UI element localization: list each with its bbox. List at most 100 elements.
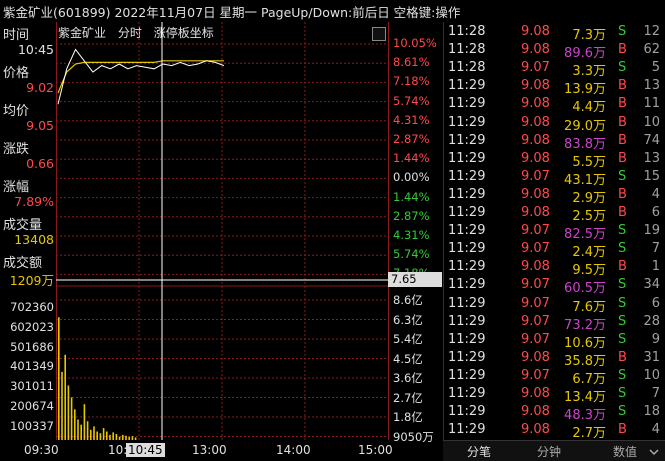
tick-row[interactable]: 11:29 9.08 13.4万 S 7 xyxy=(444,385,665,405)
tick-row[interactable]: 11:28 9.08 89.6万 B 62 xyxy=(444,41,665,61)
left-volume-axis-label: 100337 xyxy=(10,418,54,433)
tick-row[interactable]: 11:29 9.07 7.6万 S 6 xyxy=(444,295,665,315)
title-bar: 紫金矿业(601899) 2022年11月07日 星期一 PageUp/Down… xyxy=(0,0,460,22)
tick-row[interactable]: 11:29 9.08 4.4万 B 11 xyxy=(444,95,665,115)
tick-count: 9 xyxy=(651,331,660,347)
tick-count: 62 xyxy=(643,42,660,58)
price-axis-label: 5.74% xyxy=(393,247,430,262)
tick-count: 4 xyxy=(651,186,660,202)
tick-side: S xyxy=(618,367,627,383)
tick-row[interactable]: 11:29 9.07 82.5万 S 19 xyxy=(444,222,665,242)
tick-price: 9.07 xyxy=(521,313,550,329)
tick-time: 11:29 xyxy=(448,168,486,184)
tick-time: 11:29 xyxy=(448,223,486,239)
tick-time: 11:29 xyxy=(448,241,486,257)
tick-row[interactable]: 11:29 9.08 2.9万 B 4 xyxy=(444,186,665,206)
volume-bar xyxy=(80,424,82,440)
tick-row[interactable]: 11:29 9.07 43.1万 S 15 xyxy=(444,168,665,188)
tick-row[interactable]: 11:29 9.08 29.0万 B 10 xyxy=(444,114,665,134)
tick-count: 74 xyxy=(643,132,660,148)
tick-price: 9.08 xyxy=(521,42,550,58)
price-axis-label: 4.31% xyxy=(393,228,430,242)
tick-row[interactable]: 11:29 9.08 35.8万 B 31 xyxy=(444,349,665,369)
volume-bar xyxy=(74,409,76,440)
tick-row[interactable]: 11:29 9.07 73.2万 S 28 xyxy=(444,313,665,333)
amount-value: 1209万 xyxy=(9,273,54,288)
tick-count: 10 xyxy=(643,367,660,383)
tick-price: 9.08 xyxy=(521,96,550,112)
price-axis-label: 2.87% xyxy=(393,132,430,146)
tick-side: B xyxy=(618,349,627,365)
chevron-down-icon[interactable] xyxy=(649,447,659,457)
volume-label: 成交量 xyxy=(3,218,43,233)
tick-row[interactable]: 11:29 9.08 83.8万 B 74 xyxy=(444,132,665,152)
tick-price: 9.08 xyxy=(521,259,550,275)
tick-price: 9.07 xyxy=(521,241,550,257)
price-axis-label: 8.61% xyxy=(393,55,430,70)
tick-side: S xyxy=(618,168,627,184)
tick-side: B xyxy=(618,96,627,112)
volume-axis-label: 4.5亿 xyxy=(393,351,423,366)
time-tick-10: 10: xyxy=(108,443,128,457)
tick-side: B xyxy=(618,259,627,275)
tick-time: 11:29 xyxy=(448,114,486,130)
tick-side: S xyxy=(618,331,627,347)
trade-ticks-panel[interactable]: 11:28 9.08 7.3万 S 12 11:28 9.08 89.6万 B 62 11:28 9.… xyxy=(443,22,665,441)
tick-row[interactable]: 11:29 9.08 48.3万 S 18 xyxy=(444,403,665,423)
tick-row[interactable]: 11:29 9.07 2.4万 S 7 xyxy=(444,240,665,260)
tab-minutes[interactable]: 分钟 xyxy=(537,443,561,460)
tick-side: B xyxy=(618,205,627,220)
tick-price: 9.08 xyxy=(521,150,550,166)
volume-axis-label: 5.4亿 xyxy=(393,332,423,346)
tick-count: 6 xyxy=(651,205,660,220)
tick-time: 11:29 xyxy=(448,186,486,202)
tab-ticks[interactable]: 分笔 xyxy=(467,443,491,460)
tick-count: 13 xyxy=(643,78,660,94)
volume-bar xyxy=(61,371,63,440)
price-line xyxy=(57,48,225,105)
tick-row[interactable]: 11:29 9.08 5.5万 B 13 xyxy=(444,150,665,170)
tick-count: 28 xyxy=(643,313,660,329)
intraday-chart[interactable] xyxy=(56,22,388,440)
tick-row[interactable]: 11:29 9.08 13.9万 B 13 xyxy=(444,77,665,97)
volume-axis-label: 1.8亿 xyxy=(393,410,423,424)
left-volume-axis-label: 501686 xyxy=(10,339,54,354)
tick-side: S xyxy=(618,277,627,293)
tick-side: S xyxy=(618,404,627,420)
avg-price-value: 9.05 xyxy=(26,118,54,133)
price-label: 价格 xyxy=(3,66,30,81)
tick-row[interactable]: 11:29 9.07 60.5万 S 34 xyxy=(444,276,665,296)
tick-row[interactable]: 11:28 9.08 7.3万 S 12 xyxy=(444,23,665,43)
tick-time: 11:28 xyxy=(448,60,486,76)
volume-bar xyxy=(112,432,114,440)
volume-bar xyxy=(90,429,92,440)
volume-bar xyxy=(70,397,73,440)
tick-count: 31 xyxy=(643,349,660,365)
change-label: 涨跌 xyxy=(3,142,30,157)
tab-values[interactable]: 数值 xyxy=(613,443,637,460)
tick-row[interactable]: 11:29 9.08 2.7万 B 4 xyxy=(444,421,665,441)
amount-label: 成交额 xyxy=(3,256,43,271)
time-tick-0930: 09:30 xyxy=(24,443,59,457)
tick-count: 12 xyxy=(643,24,660,39)
tick-side: S xyxy=(618,60,627,76)
tick-row[interactable]: 11:28 9.07 3.3万 S 5 xyxy=(444,59,665,79)
tick-row[interactable]: 11:29 9.08 2.5万 B 6 xyxy=(444,204,665,224)
volume-axis-label: 8.6亿 xyxy=(393,293,423,307)
tick-count: 15 xyxy=(643,168,660,184)
tick-count: 4 xyxy=(651,422,660,438)
volume-bar xyxy=(99,433,102,440)
tick-row[interactable]: 11:29 9.08 9.5万 B 1 xyxy=(444,258,665,278)
time-value: 10:45 xyxy=(17,42,54,57)
volume-axis-label: 6.3亿 xyxy=(393,312,423,327)
left-volume-axis-label: 702360 xyxy=(10,300,54,314)
tick-time: 11:29 xyxy=(448,96,486,112)
tick-side: S xyxy=(618,241,627,257)
tick-row[interactable]: 11:29 9.07 6.7万 S 10 xyxy=(444,367,665,387)
tick-time: 11:29 xyxy=(448,349,486,365)
time-tick-1300: 13:00 xyxy=(192,443,227,457)
tick-count: 18 xyxy=(643,404,660,420)
tick-row[interactable]: 11:29 9.07 10.6万 S 9 xyxy=(444,331,665,351)
tick-count: 19 xyxy=(643,223,660,239)
change-pct-label: 涨幅 xyxy=(3,180,30,195)
